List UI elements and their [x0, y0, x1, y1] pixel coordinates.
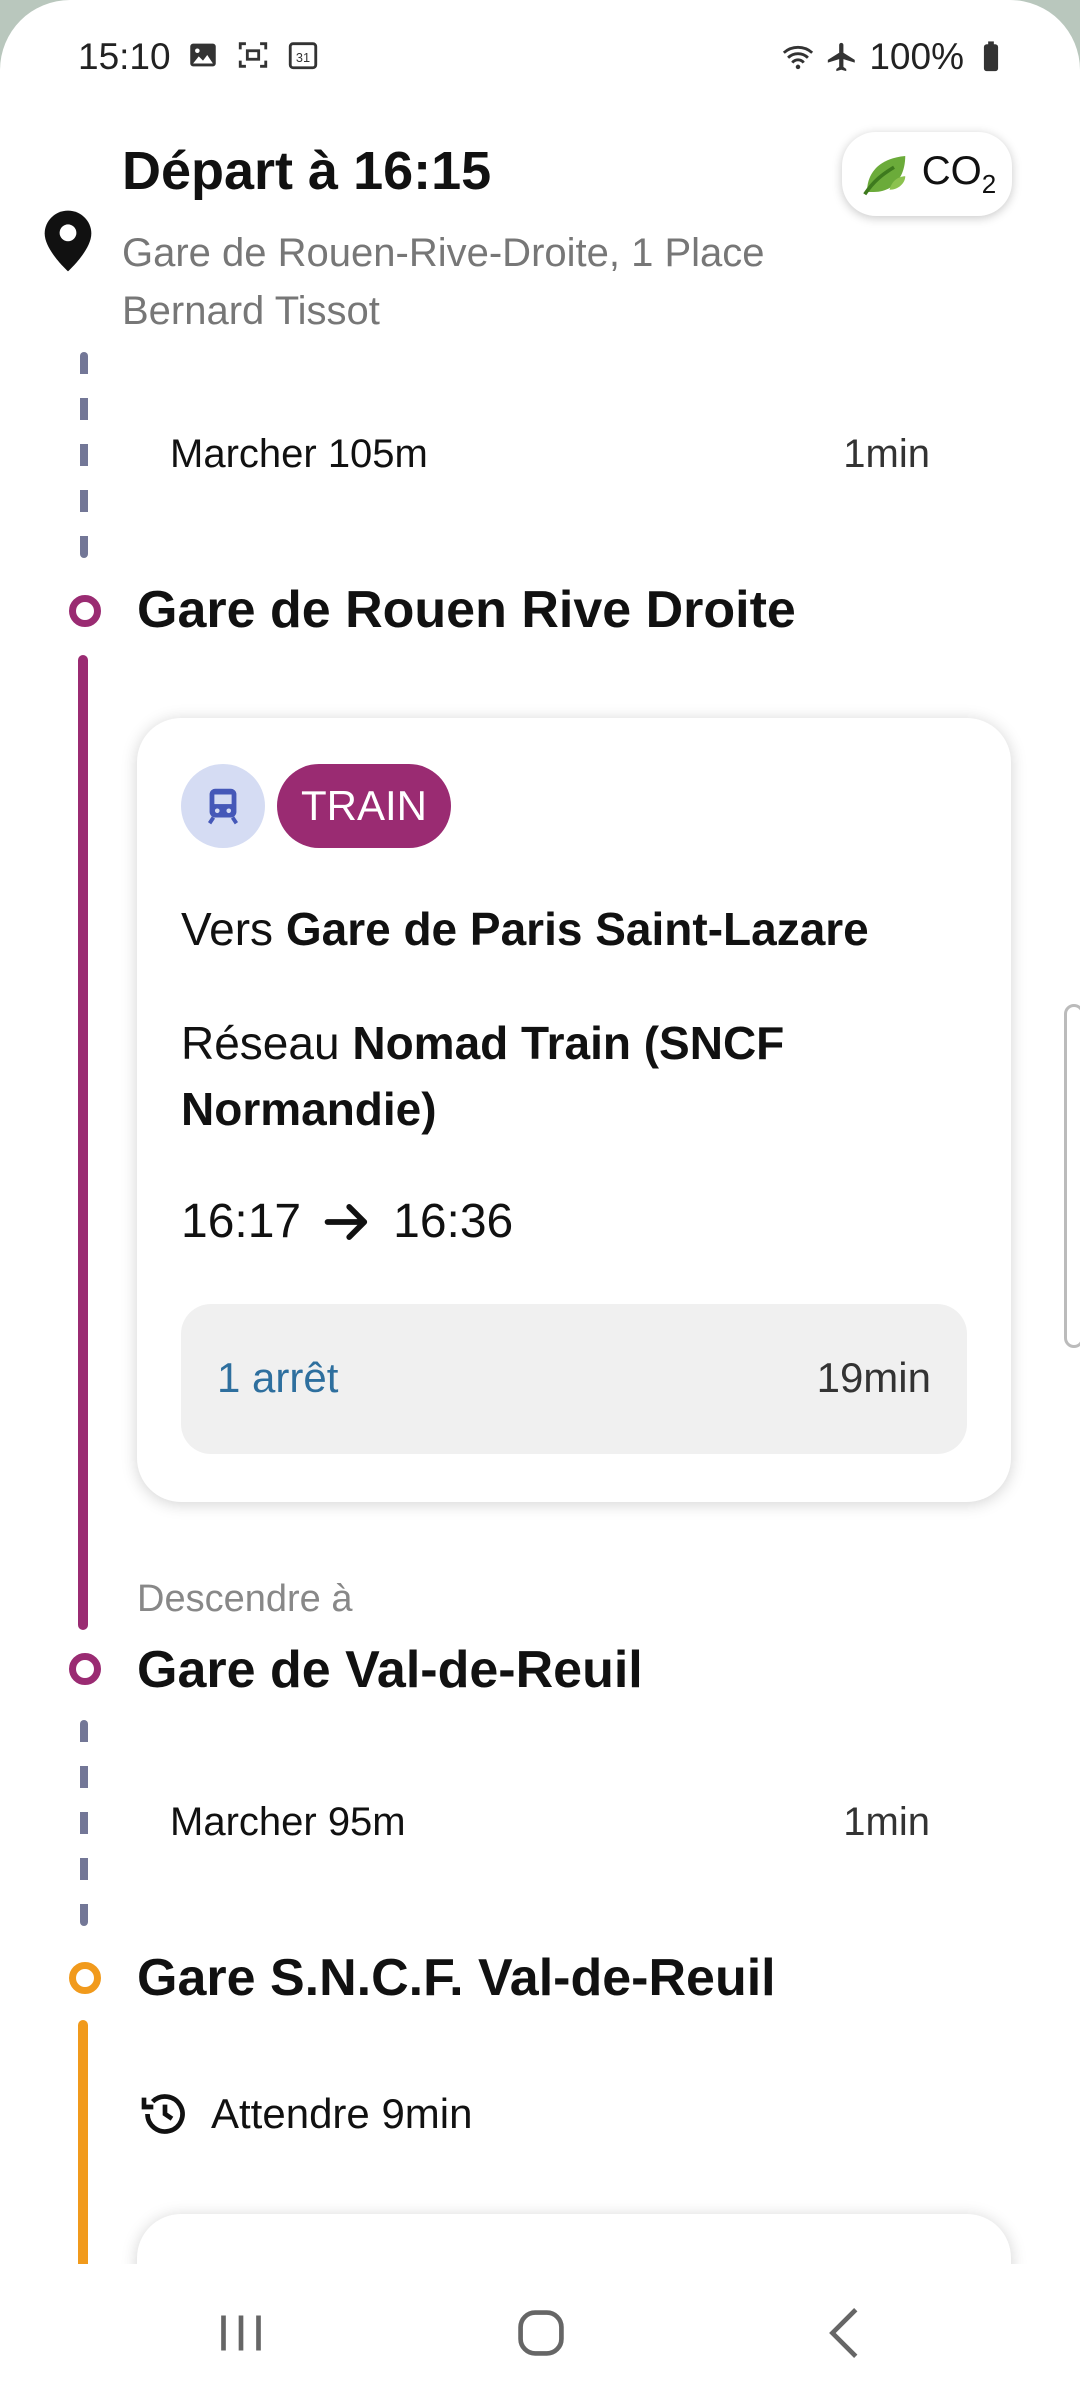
- walk-segment-1[interactable]: Marcher 105m 1min: [170, 432, 930, 477]
- train-icon: [207, 788, 239, 825]
- direction-row: Vers Gare de Paris Saint-Lazare: [181, 903, 869, 955]
- train-mode-icon: [181, 764, 265, 848]
- svg-text:31: 31: [296, 50, 310, 65]
- battery-icon: [983, 41, 999, 72]
- arrival-time: 16:36: [393, 1195, 514, 1248]
- co2-label: CO: [921, 148, 982, 193]
- status-bar: 15:10 31 100%: [78, 36, 1008, 86]
- transport-mode-badge: TRAIN: [277, 764, 451, 848]
- status-time: 15:10: [78, 36, 171, 77]
- wifi-icon: [783, 45, 814, 70]
- walk-label: Marcher 105m: [170, 432, 428, 476]
- history-clock-icon: [141, 2094, 185, 2134]
- arrow-right-icon: [324, 1203, 368, 1240]
- train-line: [78, 655, 88, 1630]
- stop-name-transfer: Gare S.N.C.F. Val-de-Reuil: [137, 1949, 776, 2007]
- journey-sheet: 15:10 31 100% Départ à 16:15 Gare de Rou…: [0, 0, 1080, 2400]
- train-leg-card[interactable]: TRAIN Vers Gare de Paris Saint-Lazare Ré…: [137, 718, 1011, 1502]
- schedule-row: 16:17 16:36: [181, 1194, 513, 1249]
- walk-label: Marcher 95m: [170, 1800, 406, 1844]
- battery-percent: 100%: [869, 36, 964, 77]
- side-scroll-handle[interactable]: [1064, 1004, 1080, 1348]
- airplane-mode-icon: [828, 42, 856, 72]
- departure-address: Gare de Rouen-Rive-Droite, 1 Place Berna…: [122, 231, 765, 333]
- back-icon[interactable]: [812, 2298, 882, 2368]
- stop-name-origin: Gare de Rouen Rive Droite: [137, 581, 796, 639]
- bus-line: [78, 2020, 88, 2280]
- direction-name: Gare de Paris Saint-Lazare: [285, 903, 869, 955]
- recent-apps-icon[interactable]: [206, 2298, 276, 2368]
- stops-count: 1 arrêt: [217, 1354, 339, 1401]
- calendar-icon: 31: [288, 42, 318, 70]
- walk-duration: 1min: [843, 1800, 930, 1844]
- alight-label: Descendre à: [137, 1578, 353, 1620]
- stop-marker: [69, 1653, 101, 1685]
- wait-label: Attendre 9min: [211, 2090, 473, 2137]
- gallery-icon: [190, 43, 216, 67]
- departure-time: 16:17: [181, 1195, 302, 1248]
- stop-marker: [69, 595, 101, 627]
- ride-duration: 19min: [816, 1354, 931, 1401]
- co2-subscript: 2: [981, 168, 997, 199]
- stop-marker: [69, 1962, 101, 1994]
- walk-segment-2[interactable]: Marcher 95m 1min: [170, 1800, 930, 1845]
- wait-row: Attendre 9min: [137, 2086, 472, 2142]
- leaf-icon: [863, 156, 906, 196]
- walk-line: [80, 352, 88, 558]
- departure-title: Départ à 16:15: [122, 141, 492, 201]
- network-row: Réseau Nomad Train (SNCF Normandie): [181, 1017, 785, 1135]
- walk-line: [80, 1720, 88, 1926]
- system-navigation-bar: [0, 2264, 1080, 2400]
- stop-name-alight: Gare de Val-de-Reuil: [137, 1641, 643, 1699]
- intermediate-stops-toggle[interactable]: 1 arrêt 19min: [181, 1304, 967, 1454]
- screenshot-icon: [238, 42, 268, 68]
- walk-duration: 1min: [843, 432, 930, 476]
- location-pin-icon: [44, 210, 92, 272]
- home-icon[interactable]: [506, 2298, 576, 2368]
- co2-button[interactable]: CO2: [842, 132, 1012, 216]
